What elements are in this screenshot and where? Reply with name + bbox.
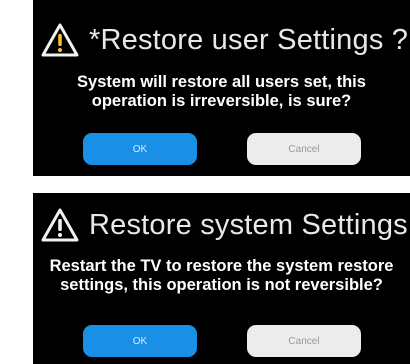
warning-triangle-icon xyxy=(41,23,79,57)
screenshot-canvas: *Restore user Settings ? System will res… xyxy=(0,0,410,364)
ok-button[interactable]: OK xyxy=(83,133,197,165)
cancel-button[interactable]: Cancel xyxy=(247,325,361,357)
dialog-title-row: Restore system Settings xyxy=(41,203,410,247)
restore-system-settings-dialog: Restore system Settings Restart the TV t… xyxy=(33,193,410,364)
dialog-title: Restore system Settings xyxy=(89,208,408,241)
dialog-message: System will restore all users set, this … xyxy=(77,73,366,110)
warning-triangle-icon xyxy=(41,208,79,242)
dialog-title-row: *Restore user Settings ? xyxy=(41,18,410,62)
dialog-title: *Restore user Settings ? xyxy=(89,23,409,56)
cancel-button[interactable]: Cancel xyxy=(247,133,361,165)
dialog-message: Restart the TV to restore the system res… xyxy=(49,257,394,294)
ok-button[interactable]: OK xyxy=(83,325,197,357)
restore-user-settings-dialog: *Restore user Settings ? System will res… xyxy=(33,0,410,176)
